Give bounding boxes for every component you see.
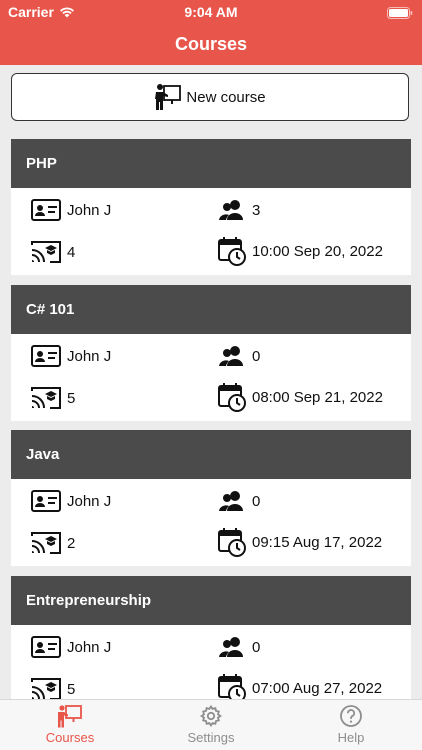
teacher-name: John J xyxy=(67,201,112,219)
teacher-name: John J xyxy=(67,492,112,510)
tab-courses-label: Courses xyxy=(45,730,95,745)
lessons-field: 4 xyxy=(31,240,75,264)
teacher-field: John J xyxy=(31,199,111,221)
student-count: 3 xyxy=(252,201,261,219)
status-bar: Carrier 9:04 AM xyxy=(0,0,422,22)
people-icon xyxy=(219,346,243,366)
tab-help[interactable]: Help xyxy=(301,704,401,745)
calendar-clock-icon xyxy=(218,674,246,699)
students-field: 3 xyxy=(218,199,260,221)
course-datetime: 09:15 Aug 17, 2022 xyxy=(252,533,383,551)
lessons-field: 5 xyxy=(31,386,75,410)
course-card[interactable]: Entrepreneurship John J 0 5 07:00 Aug 27… xyxy=(11,576,411,699)
id-card-icon xyxy=(31,636,61,658)
course-list[interactable]: PHP John J 3 4 10:00 Sep 20, 2022 C# 101 xyxy=(0,129,422,699)
people-icon xyxy=(219,200,243,220)
calendar-clock-icon xyxy=(218,237,246,266)
course-title: C# 101 xyxy=(11,285,411,334)
course-card[interactable]: PHP John J 3 4 10:00 Sep 20, 2022 xyxy=(11,139,411,275)
lesson-count: 5 xyxy=(67,680,76,698)
cast-for-education-icon xyxy=(31,241,61,263)
course-title: Entrepreneurship xyxy=(11,576,411,625)
student-count: 0 xyxy=(252,347,261,365)
course-title: Java xyxy=(11,430,411,479)
schedule-field: 08:00 Sep 21, 2022 xyxy=(218,382,383,412)
lessons-field: 5 xyxy=(31,677,75,699)
tab-help-label: Help xyxy=(337,730,365,745)
cast-for-education-icon xyxy=(31,532,61,554)
schedule-field: 10:00 Sep 20, 2022 xyxy=(218,236,383,266)
students-field: 0 xyxy=(218,345,260,367)
students-field: 0 xyxy=(218,490,260,512)
teacher-field: John J xyxy=(31,345,111,367)
app-header: Carrier 9:04 AM Courses xyxy=(0,0,422,65)
battery-icon xyxy=(387,6,413,22)
lesson-count: 5 xyxy=(67,389,76,407)
tab-settings[interactable]: Settings xyxy=(161,704,261,745)
schedule-field: 09:15 Aug 17, 2022 xyxy=(218,527,382,557)
student-count: 0 xyxy=(252,638,261,656)
id-card-icon xyxy=(31,345,61,367)
teacher-name: John J xyxy=(67,347,112,365)
id-card-icon xyxy=(31,490,61,512)
course-details: John J 0 5 08:00 Sep 21, 2022 xyxy=(11,334,411,421)
people-icon xyxy=(219,491,243,511)
question-circle-icon xyxy=(340,705,362,727)
student-count: 0 xyxy=(252,492,261,510)
new-course-button[interactable]: New course xyxy=(11,73,409,121)
tab-courses[interactable]: Courses xyxy=(20,704,120,745)
course-card[interactable]: C# 101 John J 0 5 08:00 Sep 21, 2022 xyxy=(11,285,411,421)
page-title: Courses xyxy=(174,34,248,54)
new-course-label: New course xyxy=(186,88,266,106)
teacher-name: John J xyxy=(67,638,112,656)
course-datetime: 08:00 Sep 21, 2022 xyxy=(252,388,383,406)
cast-for-education-icon xyxy=(31,387,61,409)
teacher-board-icon xyxy=(58,705,82,728)
schedule-field: 07:00 Aug 27, 2022 xyxy=(218,673,382,699)
course-datetime: 10:00 Sep 20, 2022 xyxy=(252,242,383,260)
tab-bar: Courses Settings Help xyxy=(0,699,422,750)
course-details: John J 0 5 07:00 Aug 27, 2022 xyxy=(11,625,411,699)
status-time: 9:04 AM xyxy=(184,4,238,20)
lessons-field: 2 xyxy=(31,531,75,555)
teacher-field: John J xyxy=(31,490,111,512)
course-datetime: 07:00 Aug 27, 2022 xyxy=(252,679,383,697)
teacher-board-icon xyxy=(155,84,182,110)
course-details: John J 0 2 09:15 Aug 17, 2022 xyxy=(11,479,411,566)
teacher-field: John J xyxy=(31,636,111,658)
course-title: PHP xyxy=(11,139,411,188)
people-icon xyxy=(219,637,243,657)
course-card[interactable]: Java John J 0 2 09:15 Aug 17, 2022 xyxy=(11,430,411,566)
id-card-icon xyxy=(31,199,61,221)
course-details: John J 3 4 10:00 Sep 20, 2022 xyxy=(11,188,411,275)
lesson-count: 2 xyxy=(67,534,76,552)
lesson-count: 4 xyxy=(67,243,76,261)
tab-settings-label: Settings xyxy=(187,730,235,745)
calendar-clock-icon xyxy=(218,528,246,557)
cast-for-education-icon xyxy=(31,678,61,699)
students-field: 0 xyxy=(218,636,260,658)
calendar-clock-icon xyxy=(218,383,246,412)
gear-icon xyxy=(200,704,222,728)
